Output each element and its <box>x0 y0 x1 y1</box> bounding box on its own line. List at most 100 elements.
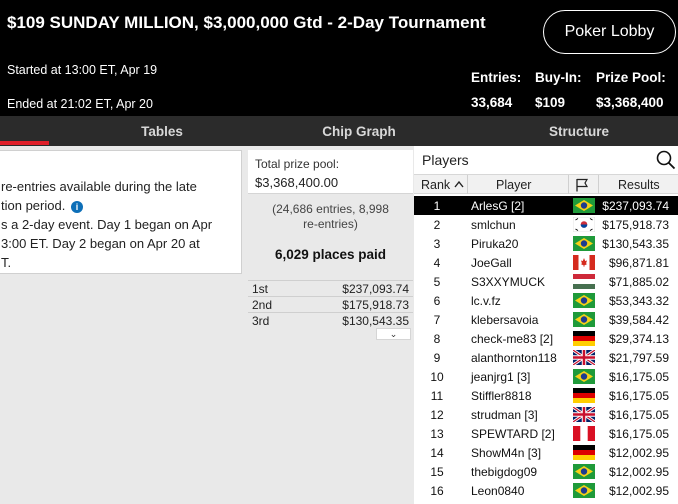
player-name: Piruka20 <box>471 237 519 251</box>
player-row[interactable]: 13 SPEWTARD [2] $16,175.05 <box>414 424 678 443</box>
player-row[interactable]: 15 thebigdog09 $12,002.95 <box>414 462 678 481</box>
buyin-value: $109 <box>535 95 566 110</box>
expand-payouts-button[interactable]: ⌄ <box>376 328 411 340</box>
info-line: 3:00 ET. Day 2 began on Apr 20 at <box>1 236 200 251</box>
player-row[interactable]: 2 smlchun $175,918.73 <box>414 215 678 234</box>
player-rank: 16 <box>430 484 444 498</box>
player-name: thebigdog09 <box>471 465 538 479</box>
info-line: T. <box>1 255 12 270</box>
tournament-lobby-window: $109 SUNDAY MILLION, $3,000,000 Gtd - 2-… <box>0 0 678 504</box>
player-rank: 5 <box>433 275 441 289</box>
tournament-title: $109 SUNDAY MILLION, $3,000,000 Gtd - 2-… <box>7 13 486 32</box>
player-row[interactable]: 10 jeanjrg1 [3] $16,175.05 <box>414 367 678 386</box>
active-tab-indicator <box>0 141 49 145</box>
payout-row: 3rd $130,543.35 <box>248 312 413 328</box>
tournament-header: $109 SUNDAY MILLION, $3,000,000 Gtd - 2-… <box>0 0 678 116</box>
brazil-flag-icon <box>573 293 595 308</box>
prize-pool-value: $3,368,400.00 <box>255 175 339 190</box>
column-divider <box>598 175 599 194</box>
tab-tables[interactable]: Tables <box>97 116 227 146</box>
player-result: $16,175.05 <box>608 370 669 384</box>
brazil-flag-icon <box>573 369 595 384</box>
entries-label: Entries: <box>471 70 522 85</box>
player-rank: 3 <box>433 237 441 251</box>
player-name: ShowM4n [3] <box>471 446 542 460</box>
payout-row: 1st $237,093.74 <box>248 280 413 296</box>
player-row[interactable]: 16 Leon0840 $12,002.95 <box>414 481 678 500</box>
prizepool-value: $3,368,400 <box>596 95 664 110</box>
player-rank: 13 <box>430 427 444 441</box>
payout-place: 3rd <box>252 314 270 328</box>
prize-pool-label: Total prize pool: <box>255 157 340 171</box>
player-row[interactable]: 4 JoeGall $96,871.81 <box>414 253 678 272</box>
end-time: Ended at 21:02 ET, Apr 20 <box>7 97 153 111</box>
player-result: $12,002.95 <box>608 484 669 498</box>
player-name: smlchun <box>471 218 516 232</box>
player-row[interactable]: 6 lc.v.fz $53,343.32 <box>414 291 678 310</box>
info-line: s a 2-day event. Day 1 began on Apr <box>1 217 213 232</box>
player-name: S3XXYMUCK <box>471 275 546 289</box>
tab-chip-graph[interactable]: Chip Graph <box>294 116 424 146</box>
info-line: re-entries available during the late <box>1 179 197 194</box>
players-panel: Players Rank Player Results 1 ArlesG [2] $… <box>414 146 678 504</box>
player-result: $16,175.05 <box>608 408 669 422</box>
player-result: $12,002.95 <box>608 446 669 460</box>
player-row[interactable]: 3 Piruka20 $130,543.35 <box>414 234 678 253</box>
results-column-header[interactable]: Results <box>618 178 660 192</box>
prize-pool-box: Total prize pool: $3,368,400.00 <box>248 150 413 194</box>
prize-panel: Total prize pool: $3,368,400.00 (24,686 … <box>248 150 413 504</box>
brazil-flag-icon <box>573 483 595 498</box>
player-result: $237,093.74 <box>602 199 669 213</box>
players-table-header: Rank Player Results <box>414 174 678 194</box>
brazil-flag-icon <box>573 312 595 327</box>
player-result: $29,374.13 <box>608 332 669 346</box>
germany-flag-icon <box>573 331 595 346</box>
entries-note-line: (24,686 entries, 8,998 <box>272 202 389 216</box>
canada-flag-icon <box>573 255 595 270</box>
player-row[interactable]: 1 ArlesG [2] $237,093.74 <box>414 196 678 215</box>
player-row[interactable]: 7 klebersavoia $39,584.42 <box>414 310 678 329</box>
payout-place: 2nd <box>252 298 273 312</box>
player-result: $130,543.35 <box>602 237 669 251</box>
player-row[interactable]: 5 S3XXYMUCK $71,885.02 <box>414 272 678 291</box>
rank-column-header[interactable]: Rank <box>421 178 450 192</box>
poker-lobby-button[interactable]: Poker Lobby <box>543 10 676 54</box>
player-name: ArlesG [2] <box>471 199 525 213</box>
tab-structure[interactable]: Structure <box>514 116 644 146</box>
uk-flag-icon <box>573 407 595 422</box>
player-name: klebersavoia <box>471 313 539 327</box>
payout-amount: $130,543.35 <box>342 314 409 328</box>
player-row[interactable]: 14 ShowM4n [3] $12,002.95 <box>414 443 678 462</box>
player-name: check-me83 [2] <box>471 332 554 346</box>
player-result: $175,918.73 <box>602 218 669 232</box>
player-name: jeanjrg1 [3] <box>471 370 531 384</box>
player-rank: 2 <box>433 218 441 232</box>
info-line: tion period. i <box>1 196 237 215</box>
player-rank: 6 <box>433 294 441 308</box>
player-result: $16,175.05 <box>608 389 669 403</box>
flag-column-icon[interactable] <box>575 178 589 192</box>
start-time: Started at 13:00 ET, Apr 19 <box>7 63 158 77</box>
brazil-flag-icon <box>573 236 595 251</box>
player-row[interactable]: 11 Stiffler8818 $16,175.05 <box>414 386 678 405</box>
player-rank: 15 <box>430 465 444 479</box>
player-rank: 1 <box>433 199 441 213</box>
info-icon[interactable]: i <box>70 200 83 213</box>
player-row[interactable]: 12 strudman [3] $16,175.05 <box>414 405 678 424</box>
players-table-body: 1 ArlesG [2] $237,093.74 2 smlchun $175,918.7… <box>414 196 678 500</box>
search-icon[interactable] <box>656 150 676 170</box>
player-row[interactable]: 9 alanthornton118 $21,797.59 <box>414 348 678 367</box>
entries-note-line: re-entries) <box>303 217 358 231</box>
player-name: Stiffler8818 <box>471 389 532 403</box>
player-result: $71,885.02 <box>608 275 669 289</box>
player-result: $16,175.05 <box>608 427 669 441</box>
player-name: lc.v.fz <box>471 294 501 308</box>
player-name: strudman [3] <box>471 408 538 422</box>
sort-ascending-icon[interactable] <box>454 181 464 188</box>
entries-note: (24,686 entries, 8,998 re-entries) <box>248 202 413 232</box>
payout-amount: $175,918.73 <box>342 298 409 312</box>
player-row[interactable]: 8 check-me83 [2] $29,374.13 <box>414 329 678 348</box>
player-rank: 11 <box>430 389 444 403</box>
player-column-header[interactable]: Player <box>496 178 531 192</box>
peru-flag-icon <box>573 426 595 441</box>
